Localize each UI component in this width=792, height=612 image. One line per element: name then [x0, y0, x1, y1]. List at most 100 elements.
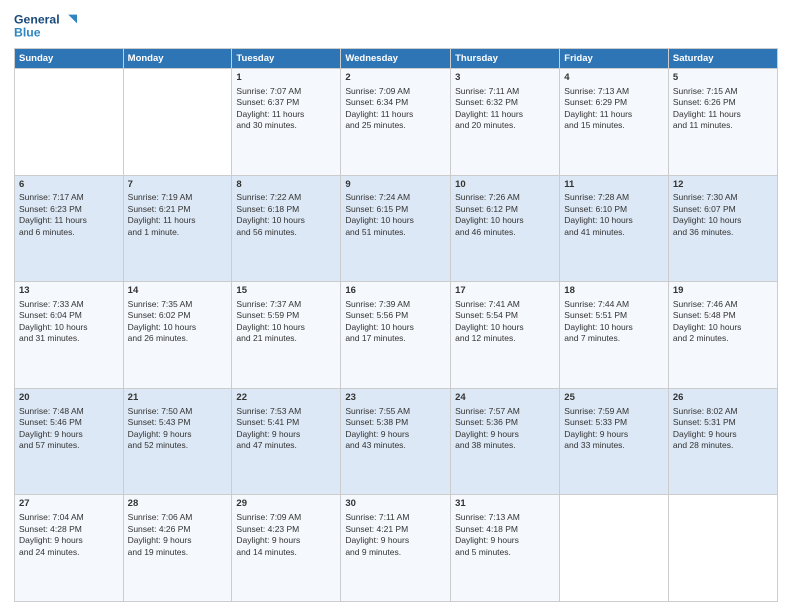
day-info-line: Sunrise: 7:39 AM — [345, 299, 446, 310]
day-info-line: Sunrise: 7:26 AM — [455, 192, 555, 203]
day-info-line: Sunset: 6:02 PM — [128, 310, 228, 321]
day-number: 28 — [128, 498, 228, 511]
day-info-line: Sunrise: 7:09 AM — [236, 512, 336, 523]
day-info-line: Sunset: 5:41 PM — [236, 417, 336, 428]
day-info-line: and 17 minutes. — [345, 333, 446, 344]
day-cell: 25Sunrise: 7:59 AMSunset: 5:33 PMDayligh… — [560, 388, 669, 495]
day-cell — [668, 495, 777, 602]
day-info-line: Sunset: 5:36 PM — [455, 417, 555, 428]
day-info-line: and 31 minutes. — [19, 333, 119, 344]
day-info-line: Sunrise: 7:13 AM — [455, 512, 555, 523]
day-number: 19 — [673, 285, 773, 298]
day-info-line: Sunset: 6:15 PM — [345, 204, 446, 215]
day-number: 29 — [236, 498, 336, 511]
day-cell: 8Sunrise: 7:22 AMSunset: 6:18 PMDaylight… — [232, 175, 341, 282]
day-info-line: and 33 minutes. — [564, 440, 664, 451]
day-cell: 15Sunrise: 7:37 AMSunset: 5:59 PMDayligh… — [232, 282, 341, 389]
day-cell: 30Sunrise: 7:11 AMSunset: 4:21 PMDayligh… — [341, 495, 451, 602]
col-header-tuesday: Tuesday — [232, 49, 341, 69]
day-info-line: Daylight: 9 hours — [128, 429, 228, 440]
day-info-line: and 12 minutes. — [455, 333, 555, 344]
day-number: 18 — [564, 285, 664, 298]
day-cell: 24Sunrise: 7:57 AMSunset: 5:36 PMDayligh… — [451, 388, 560, 495]
page: General Blue SundayMondayTuesdayWednesda… — [0, 0, 792, 612]
col-header-saturday: Saturday — [668, 49, 777, 69]
day-info-line: Sunset: 6:04 PM — [19, 310, 119, 321]
day-cell: 9Sunrise: 7:24 AMSunset: 6:15 PMDaylight… — [341, 175, 451, 282]
day-cell — [123, 69, 232, 176]
day-number: 26 — [673, 392, 773, 405]
day-info-line: Sunrise: 7:17 AM — [19, 192, 119, 203]
day-info-line: Sunrise: 7:37 AM — [236, 299, 336, 310]
day-number: 13 — [19, 285, 119, 298]
day-info-line: Sunrise: 7:15 AM — [673, 86, 773, 97]
day-info-line: and 47 minutes. — [236, 440, 336, 451]
day-cell: 18Sunrise: 7:44 AMSunset: 5:51 PMDayligh… — [560, 282, 669, 389]
day-info-line: Daylight: 10 hours — [455, 215, 555, 226]
day-info-line: Sunrise: 7:41 AM — [455, 299, 555, 310]
day-info-line: Sunrise: 7:24 AM — [345, 192, 446, 203]
day-info-line: Daylight: 9 hours — [19, 429, 119, 440]
day-number: 30 — [345, 498, 446, 511]
day-info-line: Sunset: 5:31 PM — [673, 417, 773, 428]
day-info-line: Sunrise: 7:57 AM — [455, 406, 555, 417]
day-info-line: Sunset: 5:38 PM — [345, 417, 446, 428]
day-info-line: and 15 minutes. — [564, 120, 664, 131]
day-info-line: Daylight: 9 hours — [345, 429, 446, 440]
day-info-line: Sunrise: 7:53 AM — [236, 406, 336, 417]
day-cell: 10Sunrise: 7:26 AMSunset: 6:12 PMDayligh… — [451, 175, 560, 282]
day-info-line: Sunset: 6:34 PM — [345, 97, 446, 108]
day-cell: 23Sunrise: 7:55 AMSunset: 5:38 PMDayligh… — [341, 388, 451, 495]
week-row-1: 1Sunrise: 7:07 AMSunset: 6:37 PMDaylight… — [15, 69, 778, 176]
day-info-line: and 25 minutes. — [345, 120, 446, 131]
day-number: 10 — [455, 179, 555, 192]
day-info-line: and 56 minutes. — [236, 227, 336, 238]
day-info-line: and 43 minutes. — [345, 440, 446, 451]
day-info-line: Daylight: 9 hours — [673, 429, 773, 440]
day-info-line: Daylight: 9 hours — [455, 535, 555, 546]
day-info-line: and 1 minute. — [128, 227, 228, 238]
day-info-line: Sunrise: 7:07 AM — [236, 86, 336, 97]
day-info-line: Sunrise: 7:30 AM — [673, 192, 773, 203]
day-cell: 21Sunrise: 7:50 AMSunset: 5:43 PMDayligh… — [123, 388, 232, 495]
day-info-line: Sunset: 6:32 PM — [455, 97, 555, 108]
svg-text:General: General — [14, 12, 60, 26]
day-info-line: Sunrise: 7:11 AM — [455, 86, 555, 97]
day-cell: 22Sunrise: 7:53 AMSunset: 5:41 PMDayligh… — [232, 388, 341, 495]
day-info-line: Sunrise: 7:33 AM — [19, 299, 119, 310]
day-info-line: Sunset: 6:10 PM — [564, 204, 664, 215]
day-info-line: Daylight: 11 hours — [455, 109, 555, 120]
day-number: 8 — [236, 179, 336, 192]
day-info-line: Daylight: 9 hours — [236, 429, 336, 440]
day-info-line: Sunset: 4:23 PM — [236, 524, 336, 535]
col-header-thursday: Thursday — [451, 49, 560, 69]
day-info-line: Daylight: 9 hours — [128, 535, 228, 546]
day-info-line: and 14 minutes. — [236, 547, 336, 558]
day-number: 22 — [236, 392, 336, 405]
col-header-wednesday: Wednesday — [341, 49, 451, 69]
header-row: SundayMondayTuesdayWednesdayThursdayFrid… — [15, 49, 778, 69]
day-info-line: Daylight: 11 hours — [236, 109, 336, 120]
day-info-line: and 30 minutes. — [236, 120, 336, 131]
day-cell: 26Sunrise: 8:02 AMSunset: 5:31 PMDayligh… — [668, 388, 777, 495]
col-header-friday: Friday — [560, 49, 669, 69]
day-info-line: Daylight: 9 hours — [455, 429, 555, 440]
day-info-line: and 46 minutes. — [455, 227, 555, 238]
day-number: 20 — [19, 392, 119, 405]
day-info-line: Sunset: 6:18 PM — [236, 204, 336, 215]
day-info-line: Sunrise: 7:35 AM — [128, 299, 228, 310]
day-number: 23 — [345, 392, 446, 405]
week-row-5: 27Sunrise: 7:04 AMSunset: 4:28 PMDayligh… — [15, 495, 778, 602]
day-info-line: Sunset: 4:26 PM — [128, 524, 228, 535]
day-info-line: Sunrise: 7:55 AM — [345, 406, 446, 417]
day-number: 27 — [19, 498, 119, 511]
day-info-line: Sunrise: 7:06 AM — [128, 512, 228, 523]
day-number: 14 — [128, 285, 228, 298]
day-cell: 19Sunrise: 7:46 AMSunset: 5:48 PMDayligh… — [668, 282, 777, 389]
day-cell: 14Sunrise: 7:35 AMSunset: 6:02 PMDayligh… — [123, 282, 232, 389]
day-cell: 28Sunrise: 7:06 AMSunset: 4:26 PMDayligh… — [123, 495, 232, 602]
day-info-line: Sunset: 6:26 PM — [673, 97, 773, 108]
day-info-line: Sunset: 6:23 PM — [19, 204, 119, 215]
day-info-line: Daylight: 10 hours — [564, 322, 664, 333]
day-number: 21 — [128, 392, 228, 405]
